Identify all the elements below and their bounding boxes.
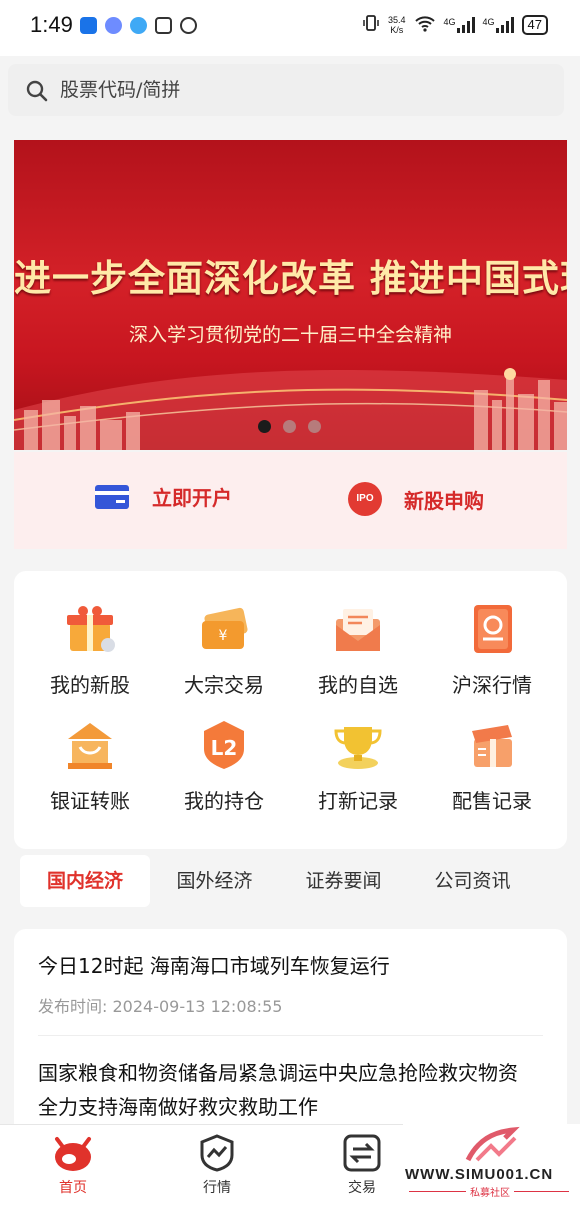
svg-text:L2: L2 — [211, 736, 238, 760]
music-notification-icon — [105, 17, 122, 34]
carousel-dot[interactable] — [283, 420, 296, 433]
carousel-dots — [258, 420, 321, 433]
nav-home[interactable]: 首页 — [28, 1133, 118, 1197]
nav-label: 首页 — [59, 1180, 87, 1196]
search-bar[interactable] — [8, 64, 564, 116]
tab-company-news[interactable]: 公司资讯 — [408, 855, 537, 907]
grid-label: 银证转账 — [50, 789, 130, 813]
watermark-logo — [465, 1126, 520, 1162]
news-time-value: 2024-09-13 12:08:55 — [112, 997, 283, 1016]
news-time-label: 发布时间: — [38, 997, 108, 1016]
gift-box-icon — [464, 717, 520, 773]
net-type-2: 4G — [482, 16, 495, 27]
watermark-url: WWW.SIMU001.CN — [405, 1166, 554, 1183]
grid-item-allotment-records[interactable]: 配售记录 — [423, 717, 561, 814]
signal-icon-1: 4G — [443, 16, 475, 33]
tab-domestic-economy[interactable]: 国内经济 — [20, 855, 150, 907]
watermark: WWW.SIMU001.CN 私募社区 — [403, 1124, 580, 1205]
grid-label: 沪深行情 — [452, 673, 532, 697]
grid-item-positions[interactable]: L2 我的持仓 — [155, 717, 293, 814]
nav-trade[interactable]: 交易 — [317, 1133, 407, 1197]
status-bar: 1:49 35.4 K/s 4G 4G 47 — [0, 0, 580, 56]
grid-item-watchlist[interactable]: 我的自选 — [289, 601, 427, 698]
list-item[interactable]: 今日12时起 海南海口市域列车恢复运行 发布时间: 2024-09-13 12:… — [14, 929, 567, 1036]
nfc-icon — [155, 17, 172, 34]
grid-item-market[interactable]: 沪深行情 — [423, 601, 561, 698]
speed-value: 35.4 — [387, 14, 406, 25]
grid-label: 配售记录 — [452, 789, 532, 813]
battery-indicator: 47 — [521, 14, 548, 35]
grid-label: 我的自选 — [318, 673, 398, 697]
open-account-button[interactable]: 立即开户 — [94, 482, 232, 511]
search-input[interactable] — [60, 74, 540, 106]
exchange-icon — [343, 1134, 381, 1172]
yen-ticket-icon: ¥ — [196, 601, 252, 657]
grid-label: 大宗交易 — [184, 673, 264, 697]
carousel-dot[interactable] — [308, 420, 321, 433]
l2-badge-icon: L2 — [196, 717, 252, 773]
gift-icon — [62, 601, 118, 657]
news-time: 发布时间: 2024-09-13 12:08:55 — [38, 993, 543, 1017]
speed-unit: K/s — [390, 24, 404, 35]
alarm-icon — [180, 17, 197, 34]
wifi-icon — [414, 14, 436, 35]
signal-icon-2: 4G — [482, 16, 514, 33]
card-icon — [95, 484, 129, 509]
banner-title: 进一步全面深化改革 推进中国式现代化 — [14, 257, 567, 300]
network-speed: 35.4 K/s — [388, 15, 406, 35]
bank-transfer-icon — [62, 717, 118, 773]
vibrate-icon — [362, 14, 380, 35]
tab-foreign-economy[interactable]: 国外经济 — [150, 855, 279, 907]
carousel-dot[interactable] — [258, 420, 271, 433]
envelope-icon — [330, 601, 386, 657]
news-title: 今日12时起 海南海口市域列车恢复运行 — [38, 954, 390, 978]
chart-shield-icon — [200, 1134, 234, 1172]
grid-label: 打新记录 — [318, 789, 398, 813]
tab-securities-news[interactable]: 证券要闻 — [279, 855, 408, 907]
news-title: 国家粮食和物资储备局紧急调运中央应急抢险救灾物资 全力支持海南做好救灾救助工作 — [38, 1061, 518, 1119]
grid-label: 我的新股 — [50, 673, 130, 697]
net-type-1: 4G — [443, 16, 456, 27]
nav-market[interactable]: 行情 — [172, 1133, 262, 1197]
browser-notification-icon — [130, 17, 147, 34]
quick-actions: 立即开户 IPO 新股申购 — [14, 452, 567, 549]
list-item[interactable]: 国家粮食和物资储备局紧急调运中央应急抢险救灾物资 全力支持海南做好救灾救助工作 — [14, 1036, 567, 1124]
nav-label: 行情 — [203, 1180, 231, 1196]
ipo-icon: IPO — [348, 482, 382, 516]
search-icon — [26, 80, 48, 102]
news-list: 今日12时起 海南海口市域列车恢复运行 发布时间: 2024-09-13 12:… — [14, 929, 567, 1129]
city-skyline-illustration — [14, 368, 567, 450]
ipo-subscribe-button[interactable]: IPO 新股申购 — [348, 482, 484, 516]
grid-item-ipo-records[interactable]: 打新记录 — [289, 717, 427, 814]
feature-grid: 我的新股 ¥ 大宗交易 我的自选 沪深行情 银证转账 L2 我的持仓 打新记录 — [14, 571, 567, 849]
promo-banner[interactable]: 进一步全面深化改革 推进中国式现代化 深入学习贯彻党的二十届三中全会精神 — [14, 140, 567, 450]
grid-item-bank-transfer[interactable]: 银证转账 — [21, 717, 159, 814]
home-mascot-icon — [55, 1137, 91, 1171]
grid-item-block-trade[interactable]: ¥ 大宗交易 — [155, 601, 293, 698]
open-account-label: 立即开户 — [152, 486, 232, 510]
ipo-subscribe-label: 新股申购 — [404, 488, 484, 513]
status-right: 35.4 K/s 4G 4G 47 — [362, 14, 548, 35]
grid-item-my-ipo[interactable]: 我的新股 — [21, 601, 159, 698]
news-tabs: 国内经济 国外经济 证券要闻 公司资讯 — [20, 855, 560, 907]
nav-label: 交易 — [348, 1180, 376, 1196]
app-notification-icon — [80, 17, 97, 34]
watermark-sub: 私募社区 — [466, 1184, 514, 1199]
svg-text:¥: ¥ — [219, 628, 228, 644]
banner-subtitle: 深入学习贯彻党的二十届三中全会精神 — [128, 324, 452, 346]
grid-label: 我的持仓 — [184, 789, 264, 813]
market-doc-icon — [464, 601, 520, 657]
trophy-icon — [330, 717, 386, 773]
status-time: 1:49 — [30, 12, 73, 37]
